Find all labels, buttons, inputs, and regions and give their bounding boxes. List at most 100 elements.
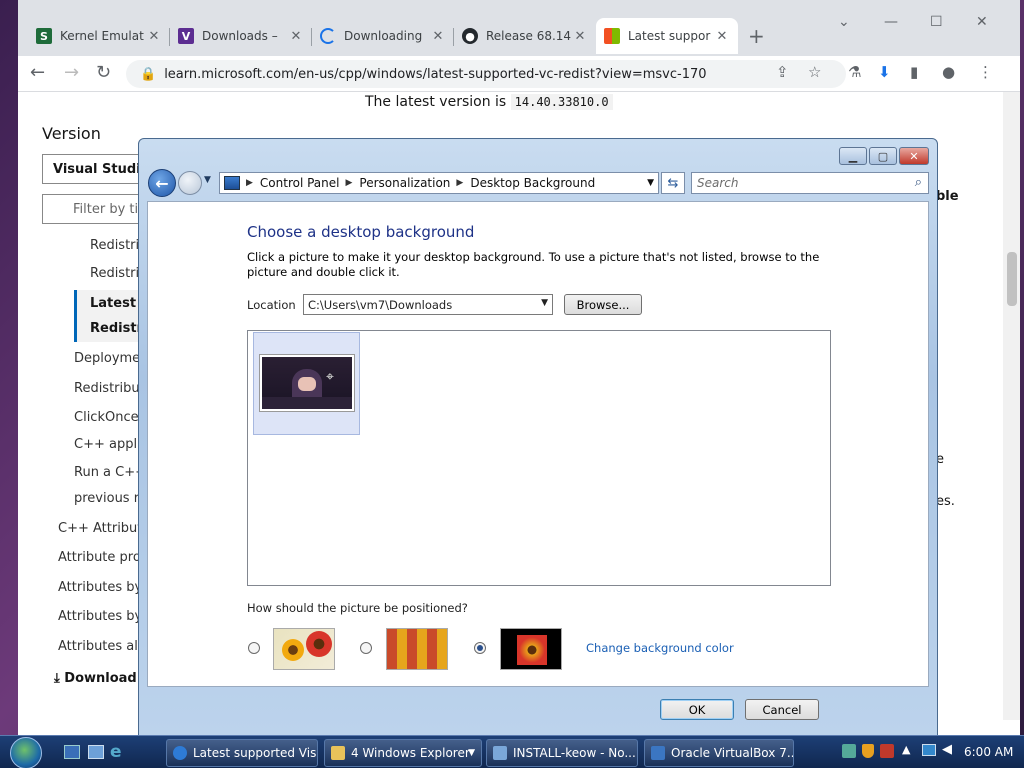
tray-monitor-icon[interactable]	[922, 744, 936, 756]
toc-item-active[interactable]: Latest	[90, 296, 136, 311]
s-icon: S	[36, 28, 52, 44]
maximize-icon[interactable]: ☐	[930, 14, 943, 30]
vs-icon: V	[178, 28, 194, 44]
page-title: Choose a desktop background	[247, 223, 475, 241]
tray-volume-icon[interactable]: ◀	[942, 742, 952, 757]
address-dropdown-icon[interactable]: ▼	[647, 178, 654, 188]
tab-kernel[interactable]: S Kernel Emulat ✕	[28, 18, 170, 54]
recent-pages-icon[interactable]: ▼	[204, 175, 211, 185]
desktop-background-window: ▁ ▢ ✕ ← ▼ ▶ Control Panel ▶ Personalizat…	[138, 138, 938, 736]
close-button[interactable]: ✕	[899, 147, 929, 165]
download-icon[interactable]: ⬇	[878, 63, 891, 81]
toc-item[interactable]: C++ appli	[74, 437, 141, 452]
toc-item[interactable]: Attributes by	[58, 609, 142, 624]
maximize-button[interactable]: ▢	[869, 147, 897, 165]
tray-flag-icon[interactable]	[880, 744, 894, 758]
labs-icon[interactable]: ⚗	[848, 63, 861, 81]
close-icon[interactable]: ✕	[430, 29, 446, 44]
address-bar[interactable]: 🔒 learn.microsoft.com/en-us/cpp/windows/…	[126, 60, 846, 88]
position-center-thumbnail[interactable]	[500, 628, 562, 670]
picture-thumbnail	[260, 355, 354, 411]
position-tile-thumbnail[interactable]	[386, 628, 448, 670]
sidepanel-icon[interactable]: ▮	[910, 63, 918, 81]
picture-item[interactable]: ⌖	[253, 332, 360, 435]
browse-button[interactable]: Browse...	[564, 294, 642, 315]
forward-icon[interactable]: →	[64, 62, 79, 83]
tray-network-icon[interactable]	[842, 744, 856, 758]
scroll-thumb[interactable]	[1007, 252, 1017, 306]
version-heading: Version	[42, 124, 101, 143]
lock-icon: 🔒	[140, 66, 157, 82]
explorer-address-bar[interactable]: ▶ Control Panel ▶ Personalization ▶ Desk…	[219, 172, 659, 194]
breadcrumb-control-panel[interactable]: Control Panel	[260, 176, 340, 190]
position-question: How should the picture be positioned?	[247, 601, 468, 615]
close-icon[interactable]: ✕	[572, 29, 588, 44]
dialog-content: Choose a desktop background Click a pict…	[147, 201, 929, 687]
spinner-icon	[320, 28, 336, 44]
clock[interactable]: 6:00 AM	[964, 745, 1013, 759]
toc-item[interactable]: Attributes by	[58, 580, 142, 595]
task-latest-supported[interactable]: Latest supported Vis...	[166, 739, 318, 767]
version-code: 14.40.33810.0	[510, 94, 613, 110]
toc-item[interactable]: Attributes alp	[58, 639, 146, 654]
refresh-icon: ⇆	[667, 175, 679, 191]
chevron-down-icon: ▼	[541, 298, 548, 308]
page-fragment: ble	[936, 189, 959, 204]
close-icon[interactable]: ✕	[146, 29, 162, 44]
toc-item[interactable]: previous r	[74, 491, 139, 506]
tray-chevron-icon[interactable]: ▲	[902, 743, 910, 756]
back-icon[interactable]: ←	[30, 62, 45, 83]
position-fill-thumbnail[interactable]	[273, 628, 335, 670]
tab-latest-supported[interactable]: Latest suppor ✕	[596, 18, 738, 54]
page-scrollbar[interactable]	[1003, 92, 1020, 720]
refresh-button[interactable]: ⇆	[661, 172, 685, 194]
close-icon[interactable]: ✕	[288, 29, 304, 44]
task-windows-explorer[interactable]: 4 Windows Explorer ▼	[324, 739, 482, 767]
position-tile-radio[interactable]	[360, 642, 372, 654]
toc-item[interactable]: Redistribut	[74, 381, 145, 396]
tab-downloading[interactable]: Downloading ✕	[312, 18, 454, 54]
download-icon: ⤓	[54, 671, 65, 686]
minimize-icon[interactable]: —	[884, 14, 898, 30]
chevron-down-icon[interactable]: ⌄	[838, 14, 850, 30]
share-icon[interactable]: ⇪	[776, 63, 789, 81]
toc-item[interactable]: C++ Attribut	[58, 521, 142, 536]
tab-downloads[interactable]: V Downloads – ✕	[170, 18, 312, 54]
profile-icon[interactable]: ●	[942, 63, 955, 81]
forward-button[interactable]	[178, 171, 202, 195]
reload-icon[interactable]: ↻	[96, 62, 111, 83]
notepad-icon	[493, 746, 507, 760]
close-window-icon[interactable]: ✕	[976, 14, 988, 30]
task-notepad[interactable]: INSTALL-keow - No...	[486, 739, 638, 767]
position-center-radio[interactable]	[474, 642, 486, 654]
toc-item[interactable]: ClickOnce	[74, 410, 139, 425]
task-virtualbox[interactable]: Oracle VirtualBox 7....	[644, 739, 794, 767]
tab-release[interactable]: ● Release 68.14 ✕	[454, 18, 596, 54]
position-fill-radio[interactable]	[248, 642, 260, 654]
browser-toolbar: ← → ↻ 🔒 learn.microsoft.com/en-us/cpp/wi…	[18, 56, 1020, 92]
ok-button[interactable]: OK	[660, 699, 734, 720]
close-icon[interactable]: ✕	[714, 29, 730, 44]
show-desktop-icon[interactable]	[64, 745, 80, 759]
latest-version-line: The latest version is 14.40.33810.0	[365, 94, 613, 110]
cancel-button[interactable]: Cancel	[745, 699, 819, 720]
toc-item[interactable]: Attribute pro	[58, 550, 141, 565]
search-input[interactable]: Search ⌕	[691, 172, 929, 194]
ie-icon[interactable]: e	[110, 742, 122, 762]
menu-icon[interactable]: ⋮	[978, 63, 993, 81]
minimize-button[interactable]: ▁	[839, 147, 867, 165]
toc-item[interactable]: Run a C++	[74, 465, 146, 480]
instructions-text: Click a picture to make it your desktop …	[247, 250, 820, 279]
toc-item-active[interactable]: Redistr	[90, 321, 143, 336]
start-button[interactable]	[10, 737, 42, 768]
download-pdf-link[interactable]: ⤓ Download	[54, 671, 137, 686]
breadcrumb-desktop-background[interactable]: Desktop Background	[470, 176, 595, 190]
location-select[interactable]: C:\Users\vm7\Downloads ▼	[303, 294, 553, 315]
star-icon[interactable]: ☆	[808, 63, 821, 81]
breadcrumb-personalization[interactable]: Personalization	[359, 176, 450, 190]
explorer-quicklaunch-icon[interactable]	[88, 745, 104, 759]
tray-shield-icon[interactable]	[862, 744, 874, 758]
back-button[interactable]: ←	[148, 169, 176, 197]
change-background-color-link[interactable]: Change background color	[586, 641, 734, 655]
new-tab-button[interactable]: +	[748, 24, 765, 48]
